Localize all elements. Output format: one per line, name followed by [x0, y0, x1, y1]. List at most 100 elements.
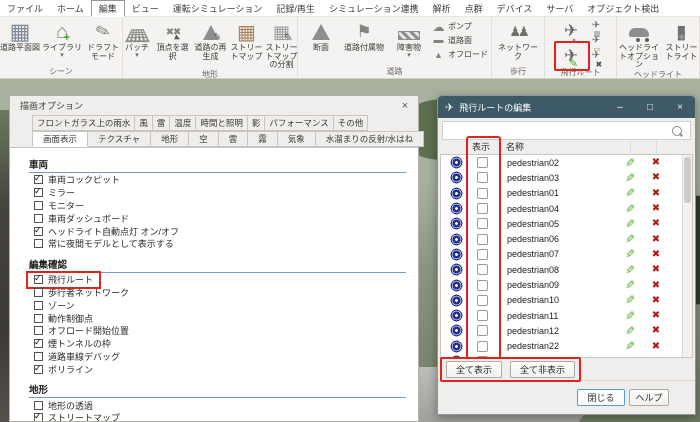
minimize-icon[interactable]: –	[605, 96, 635, 118]
tab-雷[interactable]: 雷	[152, 115, 171, 131]
tab-空[interactable]: 空	[188, 131, 219, 147]
visibility-eye-icon[interactable]	[450, 248, 463, 261]
checkbox-item[interactable]: ポリライン	[29, 363, 410, 375]
tab-温度[interactable]: 温度	[169, 115, 196, 131]
edit-route-icon[interactable]: ✎	[625, 324, 635, 338]
flight-route-titlebar[interactable]: ✈ 飛行ルートの編集 – □ ×	[438, 96, 695, 118]
checkbox-item[interactable]: 飛行ルート	[29, 274, 98, 286]
ribbon-button-road-plan[interactable]: 道路平面図	[0, 18, 40, 67]
delete-route-icon[interactable]: ✖	[652, 157, 660, 168]
menu-tab-analysis[interactable]: 解析	[426, 1, 458, 16]
edit-route-icon[interactable]: ✎	[625, 355, 635, 359]
route-visibility-checkbox[interactable]	[477, 188, 488, 199]
delete-route-icon[interactable]: ✖	[652, 310, 660, 321]
route-visibility-checkbox[interactable]	[477, 203, 488, 214]
tab-風[interactable]: 風	[134, 115, 153, 131]
edit-route-icon[interactable]: ✎	[625, 263, 635, 277]
ribbon-button-draft-mode[interactable]: ドラフトモード	[84, 18, 122, 67]
checkbox[interactable]	[34, 352, 43, 361]
checkbox-item[interactable]: 常に夜間モデルとして表示する	[29, 238, 410, 250]
route-visibility-checkbox[interactable]	[477, 157, 488, 168]
edit-route-icon[interactable]: ✎	[625, 186, 635, 200]
visibility-eye-icon[interactable]	[450, 202, 463, 215]
delete-route-icon[interactable]: ✖	[652, 280, 660, 291]
checkbox[interactable]	[34, 175, 43, 184]
hide-all-button[interactable]: 全て非表示	[510, 361, 575, 378]
route-list-scrollbar[interactable]	[682, 155, 692, 357]
visibility-eye-icon[interactable]	[450, 324, 463, 337]
menu-tab-simulation-link[interactable]: シミュレーション連携	[322, 1, 426, 16]
tab-気象[interactable]: 気象	[277, 131, 316, 147]
tab-霧[interactable]: 霧	[247, 131, 278, 147]
checkbox-item[interactable]: 動作制御点	[29, 312, 410, 324]
checkbox-item[interactable]: オフロード開始位置	[29, 325, 410, 337]
checkbox-item[interactable]: 道路車線デバッグ	[29, 351, 410, 363]
delete-route-icon[interactable]: ✖	[652, 295, 660, 306]
checkbox[interactable]	[34, 339, 43, 348]
tab-パフォーマンス[interactable]: パフォーマンス	[264, 115, 333, 131]
tab-地形[interactable]: 地形	[150, 131, 189, 147]
edit-route-icon[interactable]: ✎	[625, 278, 635, 292]
maximize-icon[interactable]: □	[635, 96, 665, 118]
menu-tab-device[interactable]: デバイス	[490, 1, 540, 16]
edit-route-icon[interactable]: ✎	[625, 156, 635, 170]
delete-route-icon[interactable]: ✖	[652, 325, 660, 336]
ribbon-button-offroad[interactable]: オフロード	[432, 48, 488, 61]
checkbox[interactable]	[34, 413, 43, 421]
draw-options-titlebar[interactable]: 描画オプション ×	[10, 96, 418, 115]
checkbox[interactable]	[34, 227, 43, 236]
ribbon-button-patch[interactable]: パッチ▾	[121, 18, 154, 70]
delete-route-icon[interactable]: ✖	[652, 188, 660, 199]
ribbon-button-flight-route-edit[interactable]	[556, 43, 586, 68]
ribbon-button-road-fixture[interactable]: 道路付属物	[342, 18, 386, 67]
delete-route-icon[interactable]: ✖	[652, 249, 660, 260]
edit-route-icon[interactable]: ✎	[625, 232, 635, 246]
checkbox[interactable]	[34, 301, 43, 310]
checkbox-item[interactable]: モニター	[29, 200, 410, 212]
visibility-eye-icon[interactable]	[450, 309, 463, 322]
tab-テクスチャ[interactable]: テクスチャ	[87, 131, 151, 147]
scrollbar-thumb[interactable]	[684, 157, 691, 203]
checkbox-item[interactable]: ストリートマップ	[29, 412, 410, 421]
checkbox-item[interactable]: 歩行者ネットワーク	[29, 287, 410, 299]
menu-tab-object-detection[interactable]: オブジェクト検出	[580, 1, 666, 16]
tab-時間と照明[interactable]: 時間と照明	[195, 115, 248, 131]
checkbox-item[interactable]: 煙トンネルの枠	[29, 338, 410, 350]
menu-tab-record-replay[interactable]: 記録/再生	[269, 1, 322, 16]
ribbon-button-vertex-select[interactable]: 頂点を選択	[155, 18, 191, 70]
visibility-eye-icon[interactable]	[450, 263, 463, 276]
checkbox-item[interactable]: 車両ダッシュボード	[29, 212, 410, 224]
edit-route-icon[interactable]: ✎	[625, 247, 635, 261]
ribbon-button-road-regenerate[interactable]: 道路の再生成	[192, 18, 230, 70]
delete-route-icon[interactable]: ✖	[652, 218, 660, 229]
edit-route-icon[interactable]: ✎	[625, 339, 635, 353]
close-button[interactable]: 閉じる	[577, 389, 625, 406]
visibility-eye-icon[interactable]	[450, 187, 463, 200]
delete-route-icon[interactable]: ✖	[652, 234, 660, 245]
checkbox-item[interactable]: ヘッドライト自動点灯 オン/オフ	[29, 225, 410, 237]
delete-route-icon[interactable]: ✖	[652, 356, 660, 358]
menu-tab-edit[interactable]: 編集	[91, 0, 125, 17]
close-icon[interactable]: ×	[665, 96, 695, 118]
menu-tab-server[interactable]: サーバ	[539, 1, 580, 16]
route-search-input[interactable]	[443, 124, 672, 137]
delete-route-icon[interactable]: ✖	[652, 341, 660, 352]
checkbox[interactable]	[34, 275, 43, 284]
show-all-button[interactable]: 全て表示	[446, 361, 502, 378]
visibility-eye-icon[interactable]	[450, 233, 463, 246]
ribbon-button-headlight-options[interactable]: ヘッドライトオプション	[616, 18, 662, 70]
visibility-eye-icon[interactable]	[450, 171, 463, 184]
checkbox[interactable]	[34, 201, 43, 210]
route-visibility-checkbox[interactable]	[477, 295, 488, 306]
tab-影[interactable]: 影	[247, 115, 266, 131]
visibility-eye-icon[interactable]	[450, 340, 463, 353]
route-visibility-checkbox[interactable]	[477, 280, 488, 291]
route-visibility-checkbox[interactable]	[477, 310, 488, 321]
checkbox[interactable]	[34, 188, 43, 197]
checkbox-item[interactable]: ゾーン	[29, 299, 410, 311]
delete-route-icon[interactable]: ✖	[652, 264, 660, 275]
checkbox[interactable]	[34, 401, 43, 410]
tab-水溜まりの反射/水はね[interactable]: 水溜まりの反射/水はね	[315, 131, 424, 147]
edit-route-icon[interactable]: ✎	[625, 293, 635, 307]
checkbox[interactable]	[34, 214, 43, 223]
